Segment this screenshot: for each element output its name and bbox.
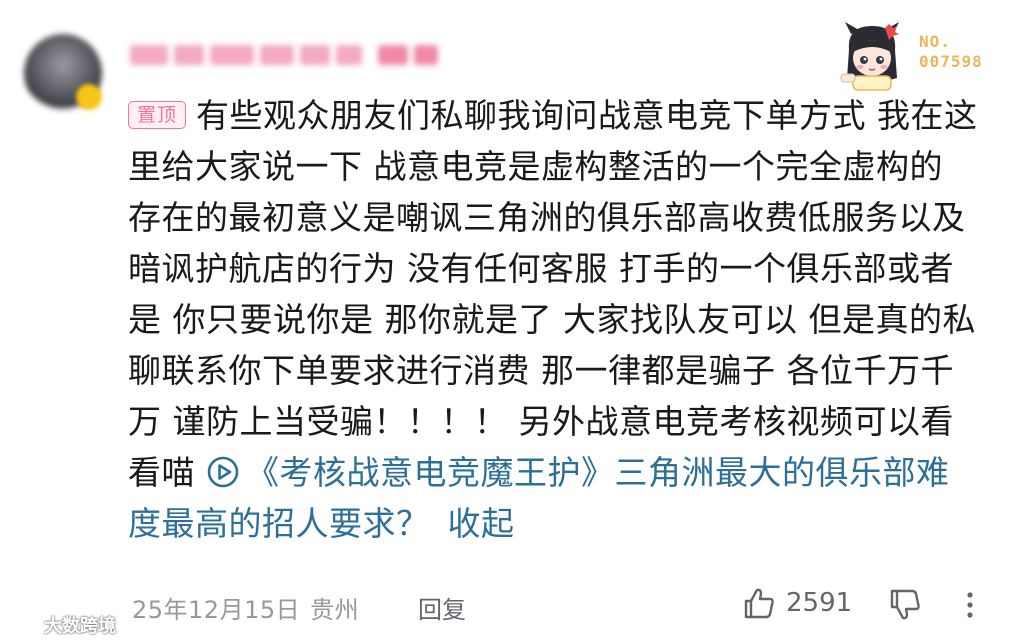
more-button[interactable] xyxy=(958,588,982,622)
fan-number: NO. 007598 xyxy=(919,32,983,71)
pinned-tag: 置顶 xyxy=(128,101,187,129)
watermark-text: 大数跨境 xyxy=(44,616,116,637)
avatar-badge xyxy=(76,84,102,110)
more-vertical-icon xyxy=(967,592,973,618)
like-button[interactable]: 2591 xyxy=(742,586,852,620)
watermark: 大数跨境 xyxy=(6,612,116,638)
reply-button[interactable]: 回复 xyxy=(418,590,466,625)
video-link[interactable]: 《考核战意电竞魔王护》三角洲最大的俱乐部难度最高的招人要求？ xyxy=(128,453,950,543)
comment-footer: 25年12月15日 贵州 回复 2591 xyxy=(0,586,1013,626)
comment-body: 置顶 有些观众朋友们私聊我询问战意电竞下单方式 我在这里给大家说一下 战意电竞是虚… xyxy=(128,90,978,549)
comment-meta: 25年12月15日 贵州 xyxy=(132,590,359,625)
play-circle-icon xyxy=(207,456,239,488)
like-count: 2591 xyxy=(786,588,853,618)
thumb-down-icon xyxy=(890,589,920,620)
video-link-text[interactable]: 《考核战意电竞魔王护》三角洲最大的俱乐部难度最高的招人要求？ xyxy=(128,453,950,543)
thumb-up-icon xyxy=(744,588,774,619)
username[interactable] xyxy=(130,42,438,68)
collapse-button[interactable]: 收起 xyxy=(448,504,515,543)
fan-badge: NO. 007598 xyxy=(829,14,989,92)
comment-location: 贵州 xyxy=(310,596,360,624)
comment-date: 25年12月15日 xyxy=(132,596,301,624)
comment-text: 有些观众朋友们私聊我询问战意电竞下单方式 我在这里给大家说一下 战意电竞是虚构整… xyxy=(128,96,978,492)
watermark-logo-icon xyxy=(6,617,39,633)
mascot-icon xyxy=(840,22,899,91)
dislike-button[interactable] xyxy=(888,588,922,628)
